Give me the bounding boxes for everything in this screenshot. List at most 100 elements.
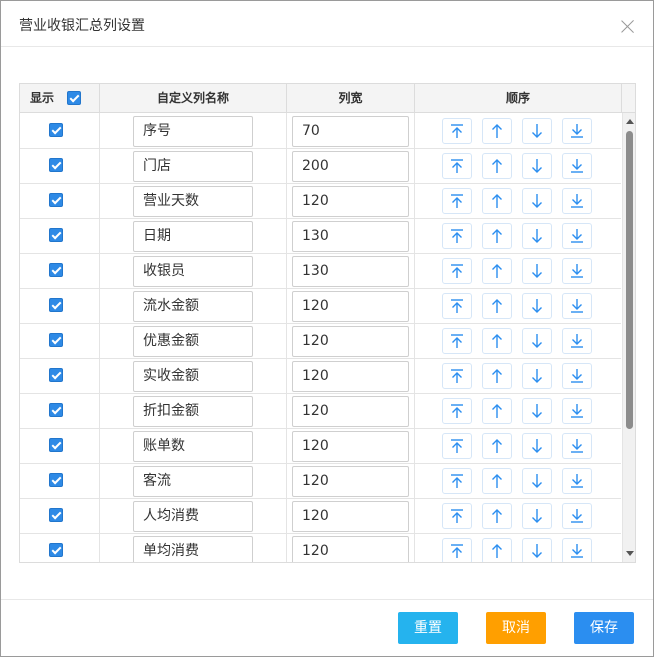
move-up-button[interactable] xyxy=(482,153,512,179)
move-down-button[interactable] xyxy=(522,363,552,389)
move-up-button[interactable] xyxy=(482,258,512,284)
column-width-input[interactable]: 130 xyxy=(292,221,409,252)
column-name-input[interactable]: 收银员 xyxy=(133,256,253,287)
move-top-button[interactable] xyxy=(442,433,472,459)
move-bottom-button[interactable] xyxy=(562,258,592,284)
column-name-input[interactable]: 优惠金额 xyxy=(133,326,253,357)
vertical-scrollbar[interactable] xyxy=(622,113,635,562)
column-width-input[interactable]: 130 xyxy=(292,256,409,287)
move-bottom-button[interactable] xyxy=(562,153,592,179)
column-width-input[interactable]: 120 xyxy=(292,326,409,357)
show-column-checkbox[interactable] xyxy=(49,298,63,312)
show-column-checkbox[interactable] xyxy=(49,438,63,452)
move-up-button[interactable] xyxy=(482,503,512,529)
scrollbar-thumb[interactable] xyxy=(626,131,633,429)
show-column-checkbox[interactable] xyxy=(49,263,63,277)
column-name-input[interactable]: 门店 xyxy=(133,151,253,182)
close-icon[interactable] xyxy=(621,19,635,33)
move-top-button[interactable] xyxy=(442,258,472,284)
column-width-input[interactable]: 120 xyxy=(292,501,409,532)
move-top-button[interactable] xyxy=(442,503,472,529)
show-column-checkbox[interactable] xyxy=(49,368,63,382)
column-width-input[interactable]: 120 xyxy=(292,431,409,462)
column-width-input[interactable]: 120 xyxy=(292,466,409,497)
column-width-input[interactable]: 120 xyxy=(292,361,409,392)
move-down-button[interactable] xyxy=(522,188,552,214)
move-down-button[interactable] xyxy=(522,153,552,179)
move-top-button[interactable] xyxy=(442,468,472,494)
move-bottom-button[interactable] xyxy=(562,363,592,389)
move-up-button[interactable] xyxy=(482,398,512,424)
column-width-input[interactable]: 120 xyxy=(292,396,409,427)
column-name-input[interactable]: 序号 xyxy=(133,116,253,147)
move-down-button[interactable] xyxy=(522,538,552,562)
move-up-button[interactable] xyxy=(482,363,512,389)
show-column-checkbox[interactable] xyxy=(49,193,63,207)
move-up-button[interactable] xyxy=(482,118,512,144)
move-up-button[interactable] xyxy=(482,433,512,459)
move-bottom-button[interactable] xyxy=(562,328,592,354)
column-name-input[interactable]: 单均消费 xyxy=(133,536,253,562)
move-bottom-button[interactable] xyxy=(562,433,592,459)
move-bottom-button[interactable] xyxy=(562,223,592,249)
move-top-button[interactable] xyxy=(442,223,472,249)
move-down-button[interactable] xyxy=(522,328,552,354)
move-bottom-button[interactable] xyxy=(562,188,592,214)
move-up-button[interactable] xyxy=(482,538,512,562)
reset-button[interactable]: 重置 xyxy=(398,612,458,644)
move-top-button[interactable] xyxy=(442,188,472,214)
show-column-checkbox[interactable] xyxy=(49,403,63,417)
cancel-button[interactable]: 取消 xyxy=(486,612,546,644)
show-column-checkbox[interactable] xyxy=(49,473,63,487)
move-up-button[interactable] xyxy=(482,223,512,249)
show-column-checkbox[interactable] xyxy=(49,228,63,242)
move-down-button[interactable] xyxy=(522,223,552,249)
column-width-input[interactable]: 120 xyxy=(292,536,409,562)
column-name-input[interactable]: 客流 xyxy=(133,466,253,497)
move-down-button[interactable] xyxy=(522,503,552,529)
move-down-button[interactable] xyxy=(522,293,552,319)
move-top-button[interactable] xyxy=(442,363,472,389)
move-up-button[interactable] xyxy=(482,468,512,494)
column-width-input[interactable]: 200 xyxy=(292,151,409,182)
column-width-input[interactable]: 70 xyxy=(292,116,409,147)
move-down-button[interactable] xyxy=(522,258,552,284)
move-top-button[interactable] xyxy=(442,328,472,354)
move-top-button[interactable] xyxy=(442,538,472,562)
show-column-checkbox[interactable] xyxy=(49,543,63,557)
column-name-input[interactable]: 人均消费 xyxy=(133,501,253,532)
move-bottom-button[interactable] xyxy=(562,118,592,144)
column-width-input[interactable]: 120 xyxy=(292,291,409,322)
move-bottom-button[interactable] xyxy=(562,293,592,319)
move-up-button[interactable] xyxy=(482,293,512,319)
move-bottom-button[interactable] xyxy=(562,503,592,529)
move-top-button[interactable] xyxy=(442,118,472,144)
move-down-button[interactable] xyxy=(522,433,552,459)
column-name-input[interactable]: 实收金额 xyxy=(133,361,253,392)
move-bottom-button[interactable] xyxy=(562,538,592,562)
column-name-input[interactable]: 账单数 xyxy=(133,431,253,462)
scroll-down-icon[interactable] xyxy=(626,551,634,556)
column-name-input[interactable]: 日期 xyxy=(133,221,253,252)
move-down-button[interactable] xyxy=(522,468,552,494)
move-top-button[interactable] xyxy=(442,153,472,179)
select-all-checkbox[interactable] xyxy=(67,91,81,105)
show-column-checkbox[interactable] xyxy=(49,333,63,347)
show-column-checkbox[interactable] xyxy=(49,508,63,522)
column-name-input[interactable]: 折扣金额 xyxy=(133,396,253,427)
move-bottom-button[interactable] xyxy=(562,468,592,494)
move-bottom-button[interactable] xyxy=(562,398,592,424)
move-up-button[interactable] xyxy=(482,188,512,214)
show-column-checkbox[interactable] xyxy=(49,123,63,137)
column-name-input[interactable]: 流水金额 xyxy=(133,291,253,322)
scroll-up-icon[interactable] xyxy=(626,119,634,124)
column-name-input[interactable]: 营业天数 xyxy=(133,186,253,217)
move-down-button[interactable] xyxy=(522,118,552,144)
column-width-input[interactable]: 120 xyxy=(292,186,409,217)
show-column-checkbox[interactable] xyxy=(49,158,63,172)
move-top-button[interactable] xyxy=(442,398,472,424)
move-up-button[interactable] xyxy=(482,328,512,354)
move-top-button[interactable] xyxy=(442,293,472,319)
move-down-button[interactable] xyxy=(522,398,552,424)
save-button[interactable]: 保存 xyxy=(574,612,634,644)
